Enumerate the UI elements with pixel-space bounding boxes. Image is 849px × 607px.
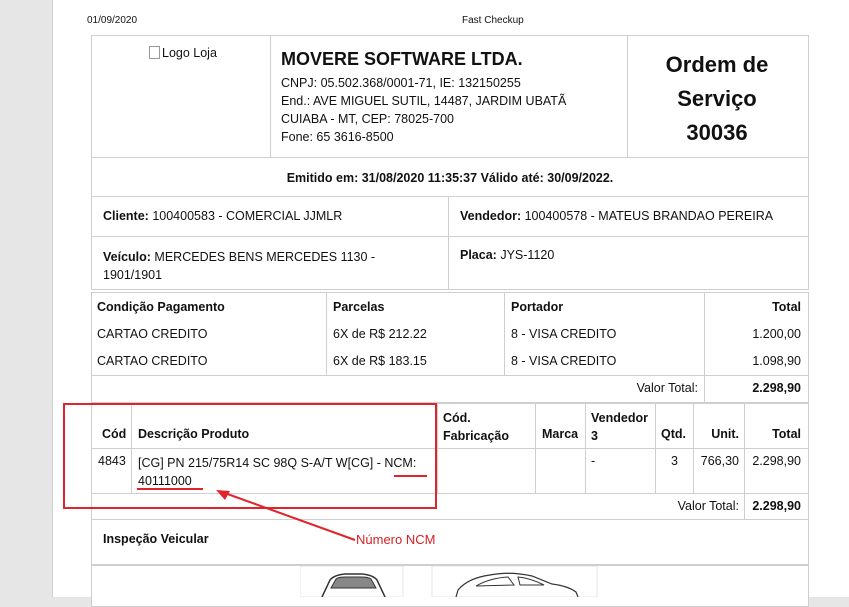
car-diagram [300,566,598,597]
company-name: MOVERE SOFTWARE LTDA. [281,49,523,69]
payment-header-total: Total [772,300,801,314]
payment-row-total: 1.098,90 [752,354,801,368]
logo-alt-text: Logo Loja [162,46,217,60]
payment-total-label: Valor Total: [636,381,698,395]
inspection-title: Inspeção Veicular [103,532,209,546]
payment-row-condition: CARTAO CREDITO [97,354,208,368]
products-total-value: 2.298,90 [752,499,801,513]
vehicle-value: MERCEDES BENS MERCEDES 1130 - [154,250,376,264]
vehicle-label: Veículo: [103,250,151,264]
ncm-label-underline [394,475,427,477]
seller-field: Vendedor: 100400578 - MATEUS BRANDAO PER… [460,209,773,223]
store-logo: Logo Loja [149,46,217,60]
payment-header-condition: Condição Pagamento [97,300,225,314]
print-title: Fast Checkup [462,15,524,26]
product-header-seller: Vendedor 3 [591,409,648,445]
product-header-qty: Qtd. [661,427,686,441]
plate-field: Placa: JYS-1120 [460,248,554,262]
product-row-total: 2.298,90 [752,454,801,468]
product-row-seller: - [591,454,596,468]
car-front-windshield [330,576,377,589]
company-cnpj: CNPJ: 05.502.368/0001-71, IE: 132150255 [281,76,521,90]
seller-header-line1: Vendedor [591,411,648,425]
payment-header-carrier: Portador [511,300,564,314]
ncm-annotation-label: Número NCM [356,532,436,547]
plate-label: Placa: [460,248,497,262]
payment-row-installments: 6X de R$ 183.15 [333,354,427,368]
client-label: Cliente: [103,209,149,223]
product-header-mfg-code: Cód. Fabricação [443,409,509,445]
plate-value: JYS-1120 [500,248,555,262]
company-phone: Fone: 65 3616-8500 [281,130,394,144]
product-row-unit: 766,30 [700,454,739,468]
order-title: Ordem de Serviço 30036 [628,48,806,150]
product-header-brand: Marca [542,427,579,441]
seller-label: Vendedor: [460,209,522,223]
vehicle-field: Veículo: MERCEDES BENS MERCEDES 1130 - 19… [103,248,375,284]
product-header-unit: Unit. [711,427,739,441]
emission-text: Emitido em: 31/08/2020 11:35:37 Válido a… [286,171,614,185]
client-field: Cliente: 100400583 - COMERCIAL JJMLR [103,209,342,223]
seller-value: 100400578 - MATEUS BRANDAO PEREIRA [524,209,774,223]
client-value: 100400583 - COMERCIAL JJMLR [152,209,343,223]
mfg-code-line2: Fabricação [443,429,510,443]
company-address: End.: AVE MIGUEL SUTIL, 14487, JARDIM UB… [281,94,567,108]
payment-row-condition: CARTAO CREDITO [97,327,208,341]
annotation-arrow [216,490,356,541]
order-number: 30036 [686,120,748,145]
company-city: CUIABA - MT, CEP: 78025-700 [281,112,454,126]
arrow-shaft [221,491,356,541]
broken-image-icon [149,46,160,59]
mfg-code-line1: Cód. [443,411,471,425]
payment-row-carrier: 8 - VISA CREDITO [511,354,617,368]
payment-row-total: 1.200,00 [752,327,801,341]
print-date: 01/09/2020 [87,15,138,26]
ncm-code-underline [137,488,203,490]
order-title-line2: Serviço [677,86,757,111]
payment-total-value: 2.298,90 [752,381,801,395]
product-header-total: Total [772,427,801,441]
seller-header-line2: 3 [591,429,598,443]
vehicle-year: 1901/1901 [103,268,163,282]
payment-header-installments: Parcelas [333,300,385,314]
payment-row-carrier: 8 - VISA CREDITO [511,327,617,341]
payment-row-installments: 6X de R$ 212.22 [333,327,427,341]
order-title-line1: Ordem de [665,52,769,77]
product-row-qty: 3 [671,454,678,468]
products-total-label: Valor Total: [677,499,739,513]
